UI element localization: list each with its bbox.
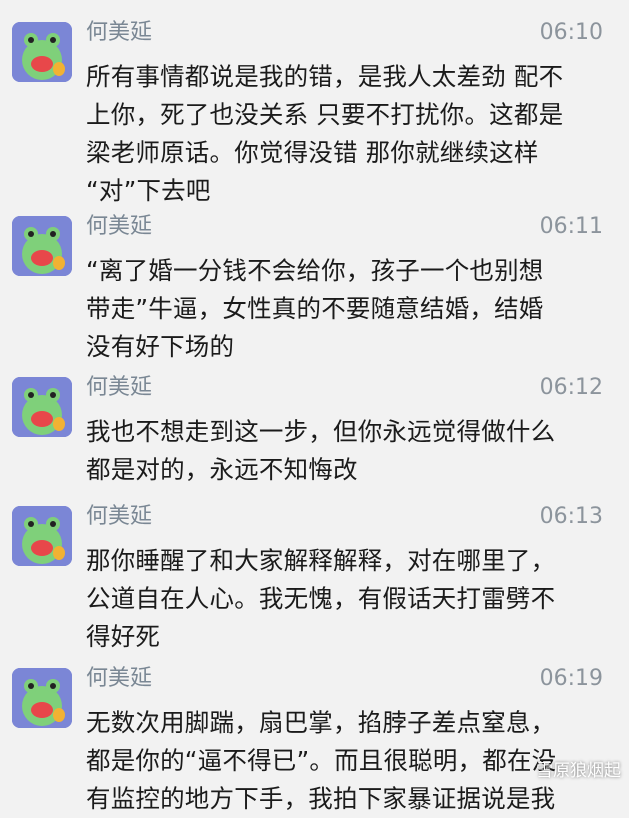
message-time: 06:13 bbox=[539, 504, 603, 529]
message-text: 所有事情都说是我的错，是我人太差劲 配不 上你，死了也没关系 只要不打扰你。这都… bbox=[86, 62, 564, 205]
message-time: 06:10 bbox=[539, 20, 603, 45]
chat-message-list: 何美延 06:10 所有事情都说是我的错，是我人太差劲 配不 上你，死了也没关系… bbox=[0, 0, 629, 813]
message-text: 我也不想走到这一步，但你永远觉得做什么 都是对的，永远不知悔改 bbox=[86, 417, 556, 484]
frog-avatar-icon[interactable] bbox=[12, 216, 72, 276]
message-time: 06:12 bbox=[539, 375, 603, 400]
sender-name: 何美延 bbox=[86, 214, 153, 239]
frog-avatar-icon[interactable] bbox=[12, 668, 72, 728]
sender-name: 何美延 bbox=[86, 375, 153, 400]
message-text: “离了婚一分钱不会给你，孩子一个也别想 带走”牛逼，女性真的不要随意结婚，结婚 … bbox=[86, 256, 544, 361]
message-time: 06:11 bbox=[539, 214, 603, 239]
frog-avatar-icon[interactable] bbox=[12, 506, 72, 566]
frog-avatar-icon[interactable] bbox=[12, 377, 72, 437]
sender-name: 何美延 bbox=[86, 666, 153, 691]
message-time: 06:19 bbox=[539, 666, 603, 691]
sender-name: 何美延 bbox=[86, 504, 153, 529]
frog-avatar-icon[interactable] bbox=[12, 22, 72, 82]
message-text: 那你睡醒了和大家解释解释，对在哪里了， 公道自在人心。我无愧，有假话天打雷劈不 … bbox=[86, 546, 556, 651]
sender-name: 何美延 bbox=[86, 20, 153, 45]
watermark-text: 雪原狼烟起 bbox=[536, 761, 621, 781]
